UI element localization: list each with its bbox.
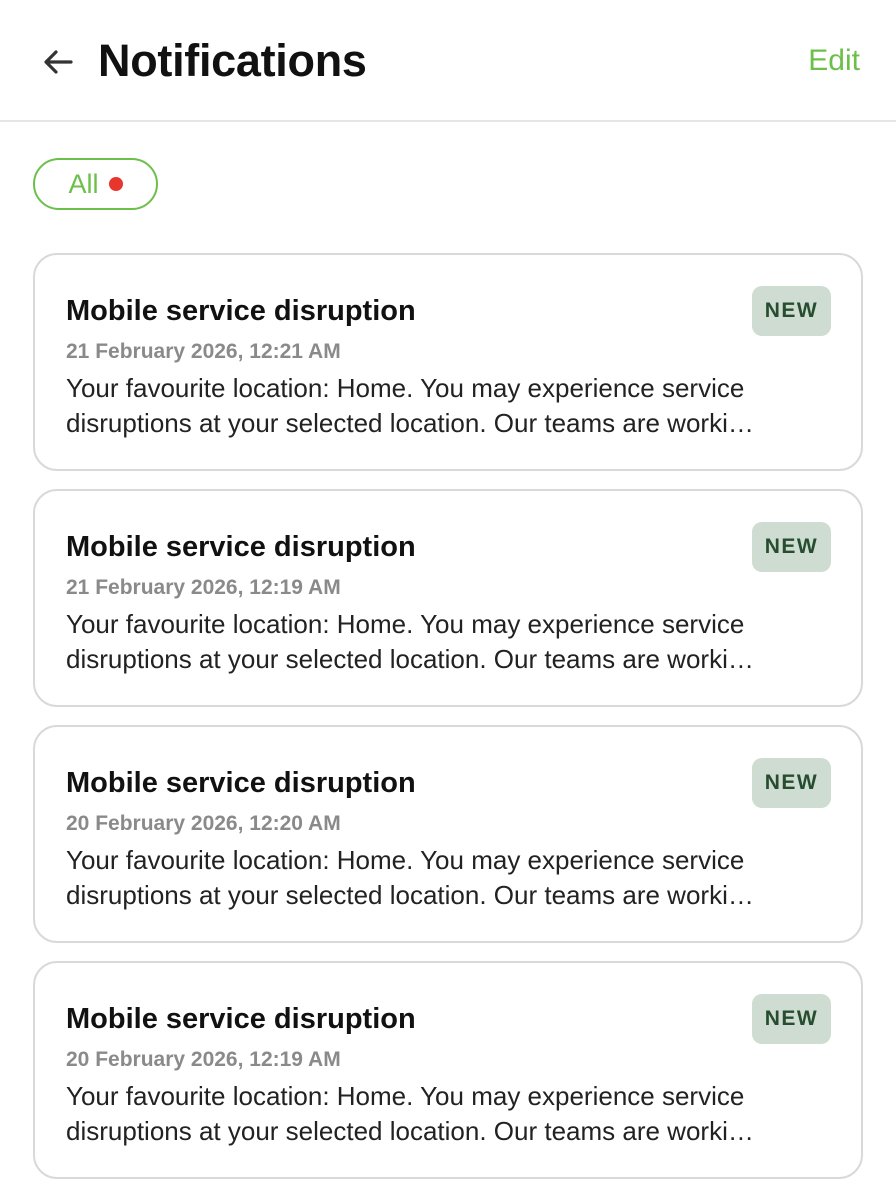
filter-chip-all[interactable]: All: [33, 158, 158, 210]
notification-title: Mobile service disruption: [66, 1003, 416, 1035]
notification-body-line: disruptions at your selected location. O…: [66, 1116, 754, 1146]
notification-body-line: disruptions at your selected location. O…: [66, 880, 754, 910]
notification-body-line: Your favourite location: Home. You may e…: [66, 373, 745, 403]
notification-list: Mobile service disruption 21 February 20…: [33, 253, 863, 1197]
notification-date: 20 February 2026, 12:19 AM: [66, 1048, 341, 1071]
notification-title: Mobile service disruption: [66, 295, 416, 327]
notification-card[interactable]: Mobile service disruption 20 February 20…: [33, 961, 863, 1179]
new-badge: NEW: [752, 994, 831, 1044]
notification-body-line: Your favourite location: Home. You may e…: [66, 1081, 745, 1111]
notification-title: Mobile service disruption: [66, 531, 416, 563]
notification-date: 21 February 2026, 12:21 AM: [66, 340, 341, 363]
edit-button[interactable]: Edit: [808, 42, 860, 80]
notification-card[interactable]: Mobile service disruption 21 February 20…: [33, 489, 863, 707]
notification-body: Your favourite location: Home. You may e…: [66, 843, 826, 913]
page-title: Notifications: [98, 35, 367, 86]
notifications-screen: Notifications Edit All Mobile service di…: [0, 0, 896, 1200]
new-badge: NEW: [752, 286, 831, 336]
notification-body: Your favourite location: Home. You may e…: [66, 1079, 826, 1149]
filter-chip-label: All: [68, 169, 99, 199]
notification-date: 20 February 2026, 12:20 AM: [66, 812, 341, 835]
notification-body: Your favourite location: Home. You may e…: [66, 607, 826, 677]
notification-body-line: Your favourite location: Home. You may e…: [66, 609, 745, 639]
notification-body-line: disruptions at your selected location. O…: [66, 408, 754, 438]
notification-card[interactable]: Mobile service disruption 21 February 20…: [33, 253, 863, 471]
notification-body-line: disruptions at your selected location. O…: [66, 644, 754, 674]
notification-card[interactable]: Mobile service disruption 20 February 20…: [33, 725, 863, 943]
new-badge: NEW: [752, 758, 831, 808]
notification-title: Mobile service disruption: [66, 767, 416, 799]
arrow-left-icon: [44, 50, 73, 74]
notification-body-line: Your favourite location: Home. You may e…: [66, 845, 745, 875]
notification-date: 21 February 2026, 12:19 AM: [66, 576, 341, 599]
new-badge: NEW: [752, 522, 831, 572]
notification-body: Your favourite location: Home. You may e…: [66, 371, 826, 441]
unread-dot-icon: [108, 177, 123, 191]
back-button[interactable]: [34, 38, 82, 86]
header-bar: Notifications Edit: [0, 0, 896, 122]
